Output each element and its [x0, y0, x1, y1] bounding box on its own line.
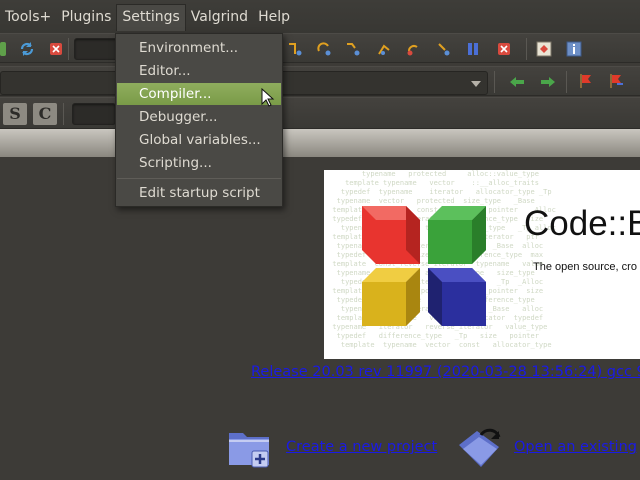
menu-item-compiler[interactable]: Compiler...	[117, 83, 281, 105]
codeblocks-logo-banner: typename protected alloc::value_type tem…	[324, 170, 640, 359]
menu-help[interactable]: Help	[253, 4, 295, 30]
debug-step-over-icon[interactable]	[316, 41, 332, 57]
logo-tagline-text: The open source, cro	[533, 261, 637, 273]
arrow-left-icon[interactable]	[509, 75, 525, 89]
debug-step-instruction-icon[interactable]	[436, 41, 452, 57]
codeblocks-cubes-logo	[362, 206, 486, 326]
menu-item-global-variables[interactable]: Global variables...	[117, 129, 281, 151]
chevron-down-icon	[471, 81, 481, 87]
settings-dropdown-menu: Environment... Editor... Compiler... Deb…	[115, 33, 283, 207]
create-new-project-link[interactable]: Create a new project	[286, 439, 437, 455]
regex-button[interactable]: C	[33, 103, 57, 125]
stop-debugger-icon[interactable]	[497, 42, 511, 56]
build-target-combo[interactable]	[74, 38, 118, 60]
search-input[interactable]	[72, 103, 116, 125]
menu-separator	[117, 178, 281, 179]
refresh-icon[interactable]	[19, 41, 35, 57]
menu-valgrind[interactable]: Valgrind	[186, 4, 253, 30]
debug-next-line-icon[interactable]	[345, 41, 361, 57]
menu-item-edit-startup-script[interactable]: Edit startup script	[117, 182, 281, 204]
menu-bar: Tools+ Plugins Settings Valgrind Help	[0, 0, 640, 33]
open-existing-project-link[interactable]: Open an existing	[514, 439, 637, 455]
debug-step-into-icon[interactable]	[287, 41, 303, 57]
new-project-folder-icon[interactable]	[226, 425, 276, 471]
open-project-folder-icon[interactable]	[455, 423, 507, 473]
bookmark-next-icon[interactable]	[608, 73, 624, 89]
pause-icon[interactable]	[466, 42, 480, 56]
arrow-right-icon[interactable]	[540, 75, 556, 89]
main-toolbar	[0, 33, 640, 63]
menu-item-debugger[interactable]: Debugger...	[117, 106, 281, 128]
run-icon[interactable]	[0, 42, 6, 56]
menu-item-editor[interactable]: Editor...	[117, 60, 281, 82]
release-info-link[interactable]: Release 20.03 rev 11997 (2020-03-28 13:5…	[251, 364, 640, 380]
menu-tools-plus[interactable]: Tools+	[0, 4, 56, 30]
editor-tab-strip	[0, 129, 640, 157]
stop-icon[interactable]	[49, 42, 63, 56]
mouse-cursor-icon	[261, 88, 275, 107]
debug-step-out-icon[interactable]	[376, 41, 392, 57]
menu-settings[interactable]: Settings	[116, 3, 186, 31]
code-completion-toolbar	[0, 66, 640, 96]
debug-windows-icon[interactable]	[536, 41, 552, 57]
menu-plugins[interactable]: Plugins	[56, 4, 116, 30]
search-toolbar: S C	[0, 97, 640, 129]
match-case-button[interactable]: S	[3, 103, 27, 125]
debug-next-instruction-icon[interactable]	[405, 41, 421, 57]
menu-item-scripting[interactable]: Scripting...	[117, 152, 281, 174]
debug-info-icon[interactable]	[566, 41, 582, 57]
menu-item-environment[interactable]: Environment...	[117, 37, 281, 59]
bookmark-flag-icon[interactable]	[578, 73, 594, 89]
logo-title-text: Code::B	[524, 204, 640, 243]
